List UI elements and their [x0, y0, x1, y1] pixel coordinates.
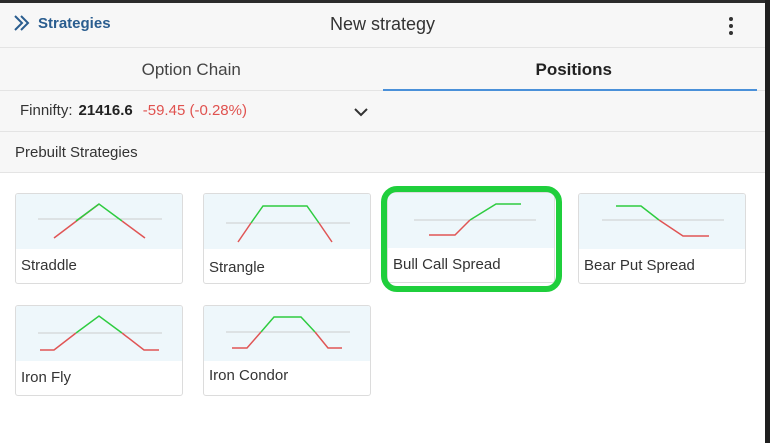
strategy-label: Bull Call Spread [393, 256, 501, 273]
strangle-payoff-icon [204, 194, 370, 249]
iron-fly-payoff-icon [16, 306, 182, 361]
strategy-label: Straddle [21, 257, 77, 274]
section-title: Prebuilt Strategies [15, 144, 138, 161]
index-change: -59.45 (-0.28%) [142, 102, 247, 119]
strategy-card-strangle[interactable]: Strangle [203, 193, 371, 284]
window-right-border [765, 0, 770, 443]
header-bar: Strategies New strategy [0, 3, 765, 48]
strategy-label: Strangle [209, 259, 265, 276]
strategy-card-bull-call-spread[interactable]: Bull Call Spread [387, 192, 555, 283]
tab-positions[interactable]: Positions [382, 48, 766, 91]
bull-call-spread-payoff-icon [388, 193, 554, 248]
strategy-card-bear-put-spread[interactable]: Bear Put Spread [578, 193, 746, 284]
bear-put-spread-payoff-icon [579, 194, 745, 249]
page-title: New strategy [329, 14, 436, 34]
more-options-icon[interactable] [723, 15, 739, 37]
chevron-down-icon[interactable] [352, 103, 370, 121]
strategy-card-iron-condor[interactable]: Iron Condor [203, 305, 371, 396]
iron-condor-payoff-icon [204, 306, 370, 361]
strategy-label: Bear Put Spread [584, 257, 695, 274]
strategy-card-iron-fly[interactable]: Iron Fly [15, 305, 183, 396]
index-quote: Finnifty: 21416.6 -59.45 (-0.28%) [20, 102, 247, 119]
strategy-label: Iron Condor [209, 367, 289, 384]
strategy-label: Iron Fly [21, 369, 72, 386]
index-name: Finnifty: [20, 102, 73, 119]
index-value: 21416.6 [78, 102, 133, 119]
index-selector[interactable]: Finnifty: 21416.6 -59.45 (-0.28%) [0, 91, 765, 132]
prebuilt-strategies-section: Prebuilt Strategies [0, 132, 765, 173]
tab-bar: Option Chain Positions [0, 48, 765, 91]
tab-option-chain[interactable]: Option Chain [0, 48, 383, 91]
straddle-payoff-icon [16, 194, 182, 249]
strategy-card-straddle[interactable]: Straddle [15, 193, 183, 284]
